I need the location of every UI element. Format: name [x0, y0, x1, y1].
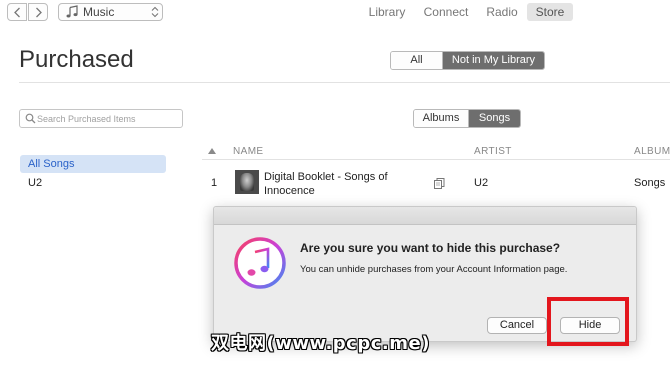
top-toolbar: Music Library Connect Radio Store	[0, 0, 670, 24]
cancel-button[interactable]: Cancel	[487, 317, 547, 334]
dialog-titlebar	[214, 207, 636, 225]
sidebar-item-u2[interactable]: U2	[20, 174, 42, 192]
filter-all-tab[interactable]: All	[391, 52, 442, 69]
sort-up-arrow-icon[interactable]	[208, 148, 216, 154]
filter-not-in-library-tab[interactable]: Not in My Library	[442, 52, 544, 69]
type-segment: Albums Songs	[413, 109, 521, 128]
sidebar-item-all-songs[interactable]: All Songs	[20, 155, 166, 173]
row-number: 1	[211, 177, 218, 189]
table-header: NAME ARTIST ALBUM	[202, 142, 670, 160]
row-title: Digital Booklet - Songs of Innocence	[264, 171, 388, 197]
music-note-icon	[66, 5, 78, 18]
header-divider	[19, 82, 670, 83]
album-artwork	[235, 170, 259, 194]
chevron-right-icon	[36, 7, 42, 18]
table-row[interactable]: 1 Digital Booklet - Songs of Innocence U…	[202, 166, 670, 200]
search-field[interactable]	[19, 109, 183, 128]
column-header-artist[interactable]: ARTIST	[474, 146, 512, 157]
column-header-album[interactable]: ALBUM	[634, 146, 670, 157]
row-artist: U2	[474, 177, 489, 189]
tab-store[interactable]: Store	[527, 3, 573, 21]
search-input[interactable]	[37, 111, 177, 126]
dialog-heading: Are you sure you want to hide this purch…	[300, 241, 561, 255]
row-album: Songs	[634, 177, 666, 189]
dialog-message: You can unhide purchases from your Accou…	[300, 264, 568, 275]
hide-button-highlight	[547, 297, 629, 346]
search-icon	[25, 113, 36, 124]
watermark-text: 双电网(www.pcpc.me)	[211, 333, 430, 354]
media-kind-label: Music	[83, 5, 115, 19]
songs-tab[interactable]: Songs	[468, 110, 520, 127]
tab-radio[interactable]: Radio	[483, 3, 521, 21]
chevron-left-icon	[14, 7, 20, 18]
back-button[interactable]	[7, 3, 27, 21]
column-header-name[interactable]: NAME	[233, 146, 264, 157]
tab-connect[interactable]: Connect	[421, 3, 471, 21]
chevron-updown-icon	[151, 6, 159, 18]
media-kind-select[interactable]: Music	[58, 3, 163, 21]
albums-tab[interactable]: Albums	[414, 110, 468, 127]
library-filter-segment: All Not in My Library	[390, 51, 545, 70]
page-title: Purchased	[19, 46, 134, 73]
booklet-icon	[434, 178, 445, 189]
forward-button[interactable]	[28, 3, 48, 21]
tab-library[interactable]: Library	[365, 3, 409, 21]
itunes-icon	[234, 237, 286, 289]
